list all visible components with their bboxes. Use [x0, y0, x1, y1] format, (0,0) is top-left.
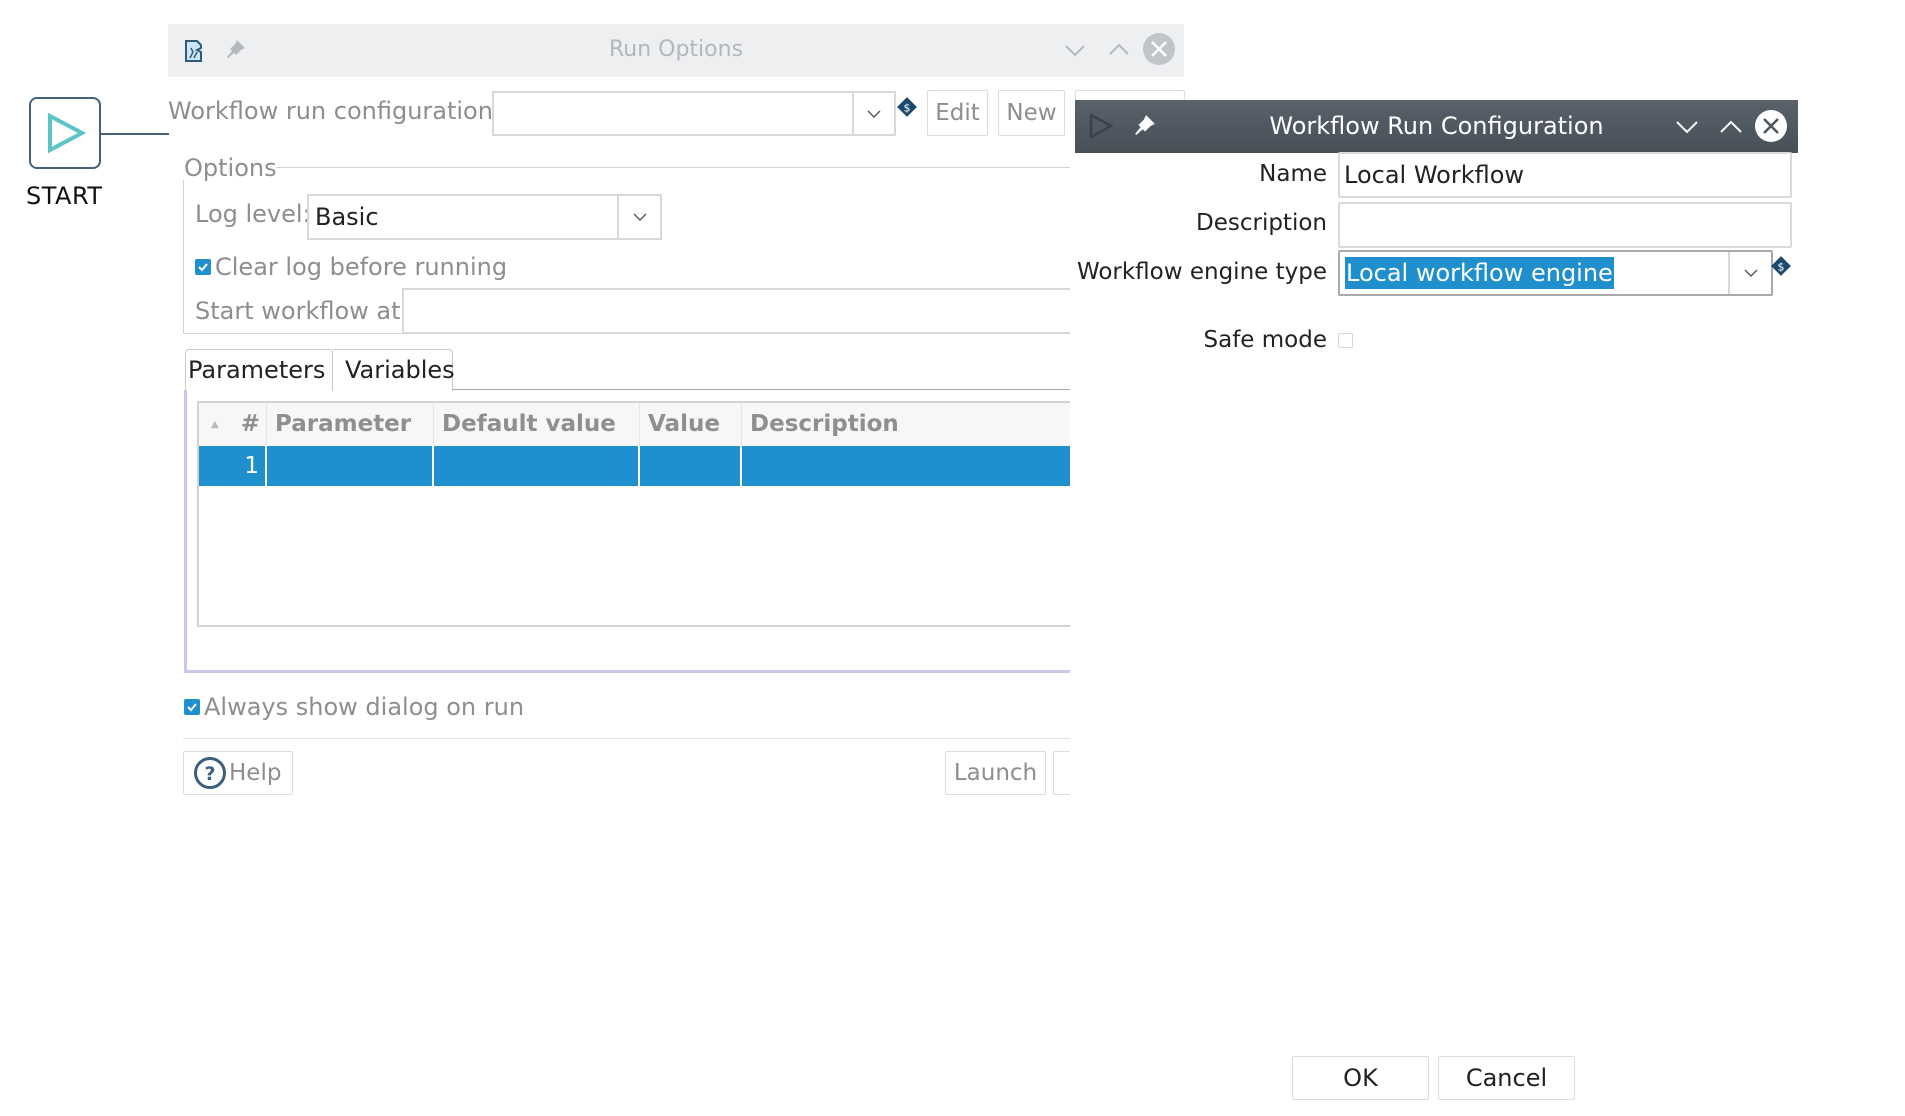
- svg-text:$: $: [1778, 261, 1785, 274]
- engine-type-value: Local workflow engine: [1345, 257, 1614, 289]
- description-field[interactable]: [1338, 202, 1792, 248]
- chevron-down-icon[interactable]: [1728, 252, 1771, 294]
- tab-parameters-label: Parameters: [188, 356, 326, 384]
- minimize-icon[interactable]: [1675, 117, 1699, 141]
- name-field[interactable]: Local Workflow: [1338, 152, 1792, 198]
- start-node[interactable]: [29, 97, 101, 169]
- safe-mode-label: Safe mode: [1203, 327, 1327, 353]
- tab-variables[interactable]: Variables: [333, 349, 455, 391]
- log-level-value: Basic: [315, 203, 379, 231]
- engine-type-combo[interactable]: Local workflow engine: [1338, 250, 1773, 296]
- log-level-label: Log level:: [195, 200, 311, 228]
- run-config-dialog: [1070, 152, 1905, 1116]
- column-header-default-value[interactable]: Default value: [434, 403, 640, 446]
- minimize-icon[interactable]: [1064, 40, 1086, 64]
- close-icon[interactable]: [1754, 109, 1788, 147]
- help-label: Help: [229, 760, 282, 786]
- maximize-icon[interactable]: [1108, 40, 1130, 64]
- run-options-title: Run Options: [608, 37, 744, 62]
- name-value: Local Workflow: [1344, 161, 1525, 189]
- column-header-value[interactable]: Value: [640, 403, 742, 446]
- name-label: Name: [1259, 161, 1327, 187]
- help-button[interactable]: ? Help: [183, 751, 293, 795]
- svg-text:$: $: [904, 102, 911, 115]
- start-at-label: Start workflow at:: [195, 297, 409, 325]
- tab-parameters[interactable]: Parameters: [185, 349, 333, 391]
- table-cell-default-value[interactable]: [434, 446, 640, 486]
- close-icon[interactable]: [1142, 32, 1176, 70]
- svg-text:?: ?: [204, 763, 215, 785]
- engine-type-label: Workflow engine type: [1076, 259, 1327, 285]
- log-level-combo[interactable]: Basic: [307, 194, 662, 240]
- options-group-border: [276, 167, 1076, 168]
- options-group-border-left: [183, 180, 184, 334]
- options-group-label: Options: [184, 154, 277, 182]
- chevron-down-icon[interactable]: [852, 93, 894, 134]
- column-header-description[interactable]: Description: [742, 403, 1073, 446]
- dollar-diamond-icon: $: [1770, 255, 1792, 281]
- separator: [183, 738, 1073, 739]
- clear-log-label: Clear log before running: [215, 253, 508, 281]
- launch-button[interactable]: Launch: [945, 751, 1046, 795]
- sort-up-icon: ▲: [211, 419, 219, 430]
- run-config-titlebar[interactable]: Workflow Run Configuration: [1075, 100, 1798, 153]
- column-header-num[interactable]: ▲ #: [199, 403, 267, 446]
- new-button[interactable]: New: [998, 90, 1065, 136]
- always-show-label: Always show dialog on run: [204, 693, 525, 721]
- maximize-icon[interactable]: [1719, 117, 1743, 141]
- edit-button[interactable]: Edit: [927, 90, 988, 136]
- description-label: Description: [1196, 210, 1327, 236]
- dollar-diamond-icon: $: [896, 96, 918, 122]
- table-row-num[interactable]: 1: [199, 446, 267, 486]
- parameters-table[interactable]: ▲ # Parameter Default value Value Descri…: [197, 401, 1073, 627]
- start-at-field[interactable]: [402, 288, 1082, 334]
- hop-connector: [101, 133, 169, 135]
- check-icon: [187, 703, 197, 712]
- check-icon: [198, 263, 208, 272]
- start-node-label: START: [26, 182, 103, 210]
- table-cell-parameter[interactable]: [267, 446, 434, 486]
- safe-mode-checkbox[interactable]: [1338, 333, 1353, 348]
- column-header-parameter[interactable]: Parameter: [267, 403, 434, 446]
- column-header-num-label: #: [240, 411, 260, 437]
- table-cell-description[interactable]: [742, 446, 1073, 486]
- ok-button[interactable]: OK: [1292, 1056, 1429, 1100]
- tab-variables-label: Variables: [345, 356, 455, 384]
- run-config-combo[interactable]: [492, 91, 896, 136]
- help-icon: ?: [194, 757, 226, 789]
- run-config-label: Workflow run configuration: [168, 97, 493, 125]
- chevron-down-icon[interactable]: [617, 196, 660, 238]
- play-icon: [48, 112, 86, 154]
- table-cell-value[interactable]: [640, 446, 742, 486]
- clear-log-checkbox[interactable]: [195, 259, 211, 275]
- always-show-checkbox[interactable]: [184, 699, 200, 715]
- cancel-button[interactable]: Cancel: [1438, 1056, 1575, 1100]
- run-options-titlebar[interactable]: Run Options: [168, 24, 1184, 77]
